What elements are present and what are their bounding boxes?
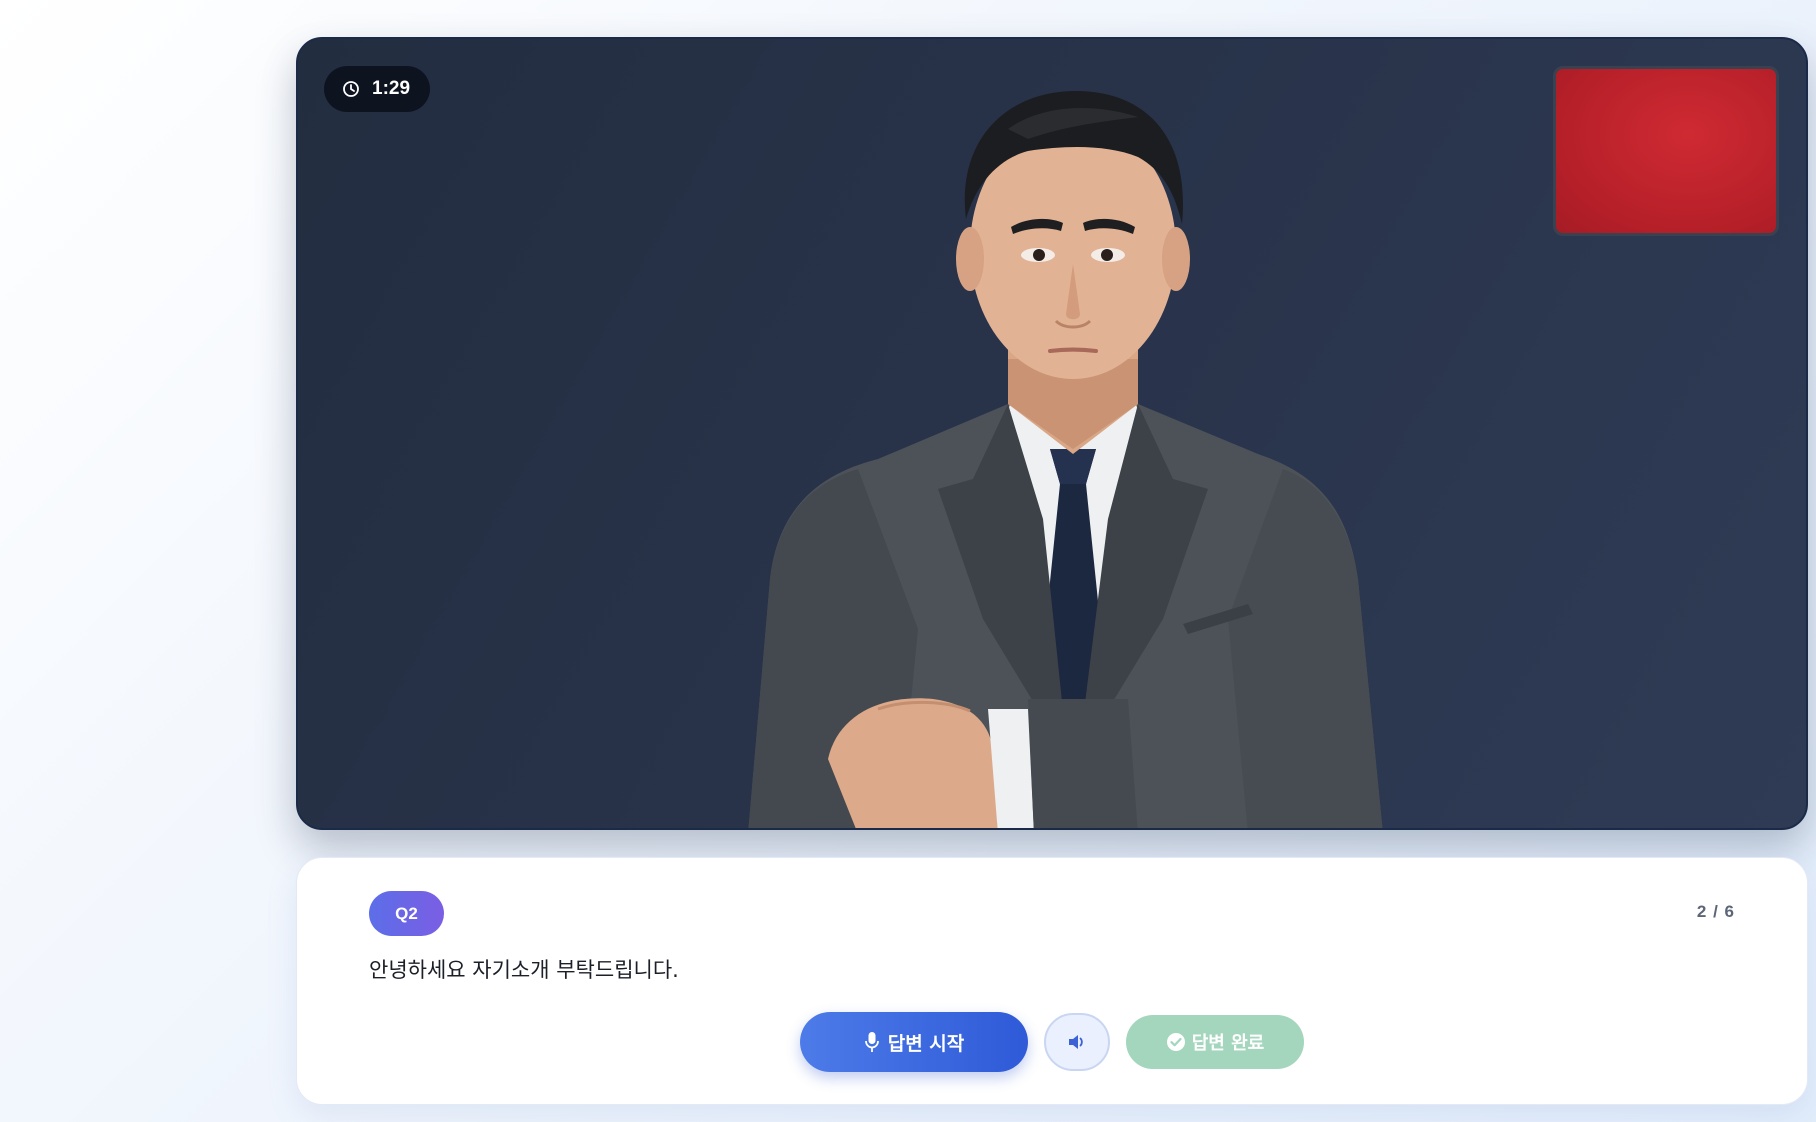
complete-answer-label: 답변 완료 xyxy=(1191,1033,1265,1054)
replay-audio-button[interactable] xyxy=(1044,1013,1110,1071)
speaker-icon xyxy=(1069,1035,1083,1049)
question-number-badge: Q2 xyxy=(369,891,444,936)
check-circle-icon xyxy=(1166,1033,1185,1051)
interviewer-video: 1:29 xyxy=(296,37,1808,830)
start-answer-label: 답변 시작 xyxy=(887,1032,965,1055)
timer-value: 1:29 xyxy=(372,78,411,99)
interviewer-avatar xyxy=(748,90,1383,828)
microphone-icon xyxy=(864,1032,879,1052)
question-card: Q2 2 / 6 안녕하세요 자기소개 부탁드립니다. 답변 시작 답변 완료 xyxy=(296,857,1808,1105)
interview-timer: 1:29 xyxy=(324,66,431,112)
clock-icon xyxy=(343,81,359,97)
start-answer-button[interactable]: 답변 시작 xyxy=(800,1012,1028,1072)
question-progress: 2 / 6 xyxy=(1696,902,1735,921)
complete-answer-button[interactable]: 답변 완료 xyxy=(1126,1015,1304,1069)
question-text: 안녕하세요 자기소개 부탁드립니다. xyxy=(369,958,679,982)
self-camera-preview xyxy=(1553,66,1779,236)
answer-controls: 답변 시작 답변 완료 xyxy=(297,1012,1807,1072)
